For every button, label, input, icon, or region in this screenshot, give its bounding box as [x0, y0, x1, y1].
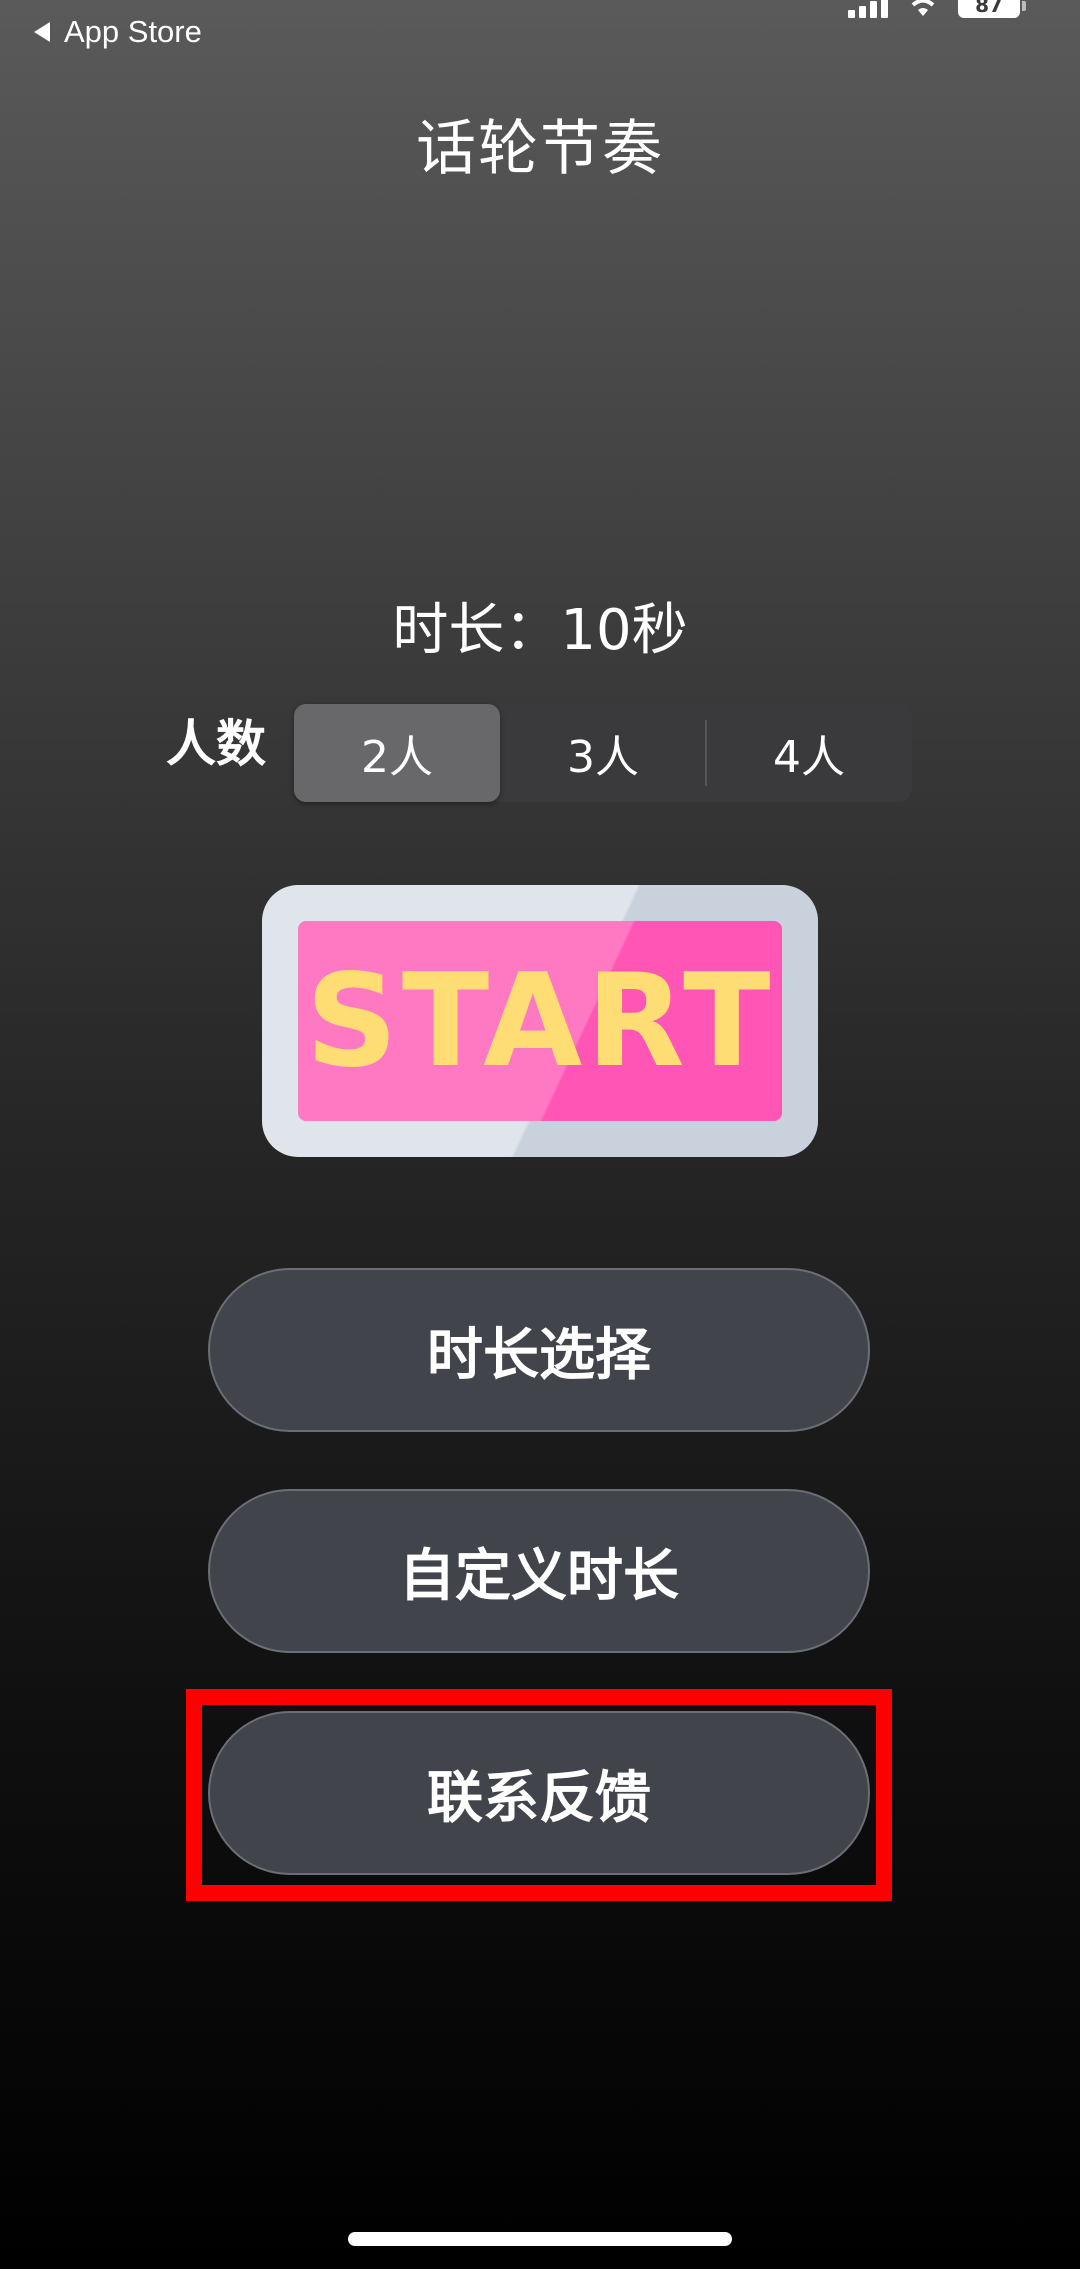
battery-level: 87 [975, 0, 1003, 17]
people-count-label: 人数 [166, 715, 266, 773]
battery-icon: 87 [958, 0, 1026, 18]
custom-duration-button[interactable]: 自定义时长 [208, 1489, 870, 1653]
wifi-icon [911, 0, 935, 16]
duration-select-button[interactable]: 时长选择 [208, 1268, 870, 1432]
segment-4-people[interactable]: 4人 [706, 704, 912, 802]
status-bar: App Store 87 [0, 0, 1080, 60]
start-button[interactable]: START [262, 885, 818, 1157]
start-label: START [305, 946, 775, 1096]
cellular-signal-icon [848, 0, 888, 18]
people-count-selector: 2人 3人 4人 [294, 704, 912, 802]
duration-display: 时长：10秒 [392, 598, 688, 663]
status-icons: 87 [848, 0, 1026, 18]
page-title: 话轮节奏 [416, 114, 664, 184]
highlight-annotation-box [186, 1689, 892, 1901]
start-button-face: START [298, 921, 782, 1121]
back-app-label: App Store [64, 14, 202, 49]
people-count-row: 人数 2人 3人 4人 [166, 704, 912, 802]
segment-3-people[interactable]: 3人 [500, 704, 706, 802]
back-arrow-icon [34, 22, 50, 42]
back-to-app-store[interactable]: App Store [34, 14, 202, 50]
home-indicator[interactable] [348, 2232, 732, 2246]
segment-2-people[interactable]: 2人 [294, 704, 500, 802]
